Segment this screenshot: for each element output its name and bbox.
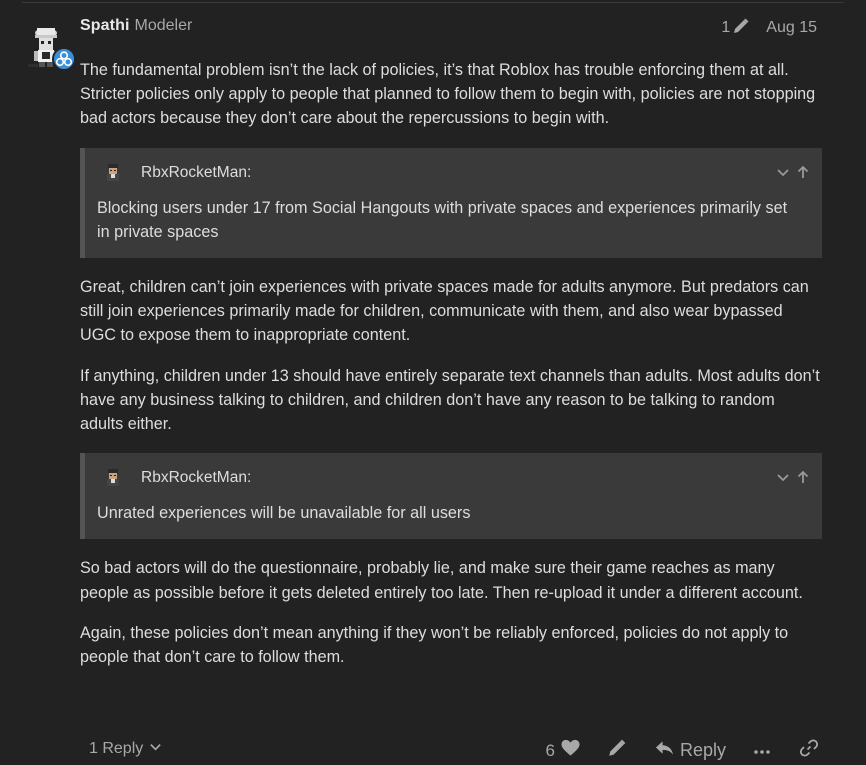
quote-avatar[interactable] — [103, 468, 123, 488]
group-badge[interactable] — [52, 47, 76, 71]
post-meta: 1 Aug 15 — [721, 17, 817, 40]
heart-icon — [561, 739, 580, 762]
ellipsis-icon — [754, 742, 770, 760]
quote-author: RbxRocketMan: — [141, 469, 252, 487]
share-link-button[interactable] — [799, 739, 819, 762]
post-paragraph: The fundamental problem isn’t the lack o… — [80, 61, 816, 128]
edit-history-count[interactable]: 1 — [721, 19, 730, 36]
like-button[interactable]: 6 — [546, 739, 580, 762]
quote-header: RbxRocketMan: — [97, 158, 804, 188]
like-count: 6 — [545, 740, 555, 760]
user-title: Modeler — [134, 17, 193, 34]
quote-block: RbxRocketMan: Unrated experiences will b… — [80, 453, 822, 540]
quote-block: RbxRocketMan: Blocking users under 17 fr… — [80, 147, 822, 259]
link-icon — [799, 739, 819, 762]
post-paragraph: Again, these policies don’t mean anythin… — [80, 623, 789, 667]
post-paragraph: So bad actors will do the questionnaire,… — [80, 559, 803, 602]
quote-controls — [776, 467, 810, 491]
quote-text: Unrated experiences will be unavailable … — [97, 504, 471, 523]
reply-arrow-icon — [655, 740, 674, 761]
post-body: The fundamental problem isn’t the lack o… — [80, 58, 822, 685]
quote-author: RbxRocketMan: — [141, 163, 252, 181]
post-paragraph: Great, children can’t join experiences w… — [80, 278, 809, 345]
chevron-down-icon[interactable] — [776, 162, 790, 186]
arrow-up-icon[interactable] — [796, 162, 810, 186]
post-header: Spathi Modeler 1 Aug 15 — [80, 17, 817, 39]
username-link[interactable]: Spathi — [80, 17, 130, 34]
group-badge-icon — [55, 51, 73, 67]
post-paragraph: If anything, children under 13 should ha… — [80, 366, 820, 434]
pencil-icon[interactable] — [732, 17, 750, 40]
replies-label: 1 Reply — [89, 740, 144, 757]
more-actions-button[interactable] — [754, 742, 770, 760]
chevron-down-icon — [149, 740, 162, 758]
quote-avatar[interactable] — [103, 163, 123, 183]
chevron-down-icon[interactable] — [776, 467, 790, 491]
reply-label: Reply — [679, 740, 726, 760]
arrow-up-icon[interactable] — [796, 467, 810, 491]
quote-header: RbxRocketMan: — [97, 463, 804, 493]
post-footer: 1 Reply 6 Reply — [80, 735, 820, 765]
quote-controls — [776, 162, 810, 186]
post-actions: 6 Reply — [546, 738, 821, 763]
reply-button[interactable]: Reply — [655, 740, 726, 761]
post-date[interactable]: Aug 15 — [766, 19, 817, 36]
edit-button[interactable] — [607, 738, 627, 763]
quote-text: Blocking users under 17 from Social Hang… — [97, 198, 788, 241]
top-divider — [22, 2, 844, 3]
show-replies-button[interactable]: 1 Reply — [89, 740, 162, 758]
pencil-icon — [607, 738, 627, 763]
